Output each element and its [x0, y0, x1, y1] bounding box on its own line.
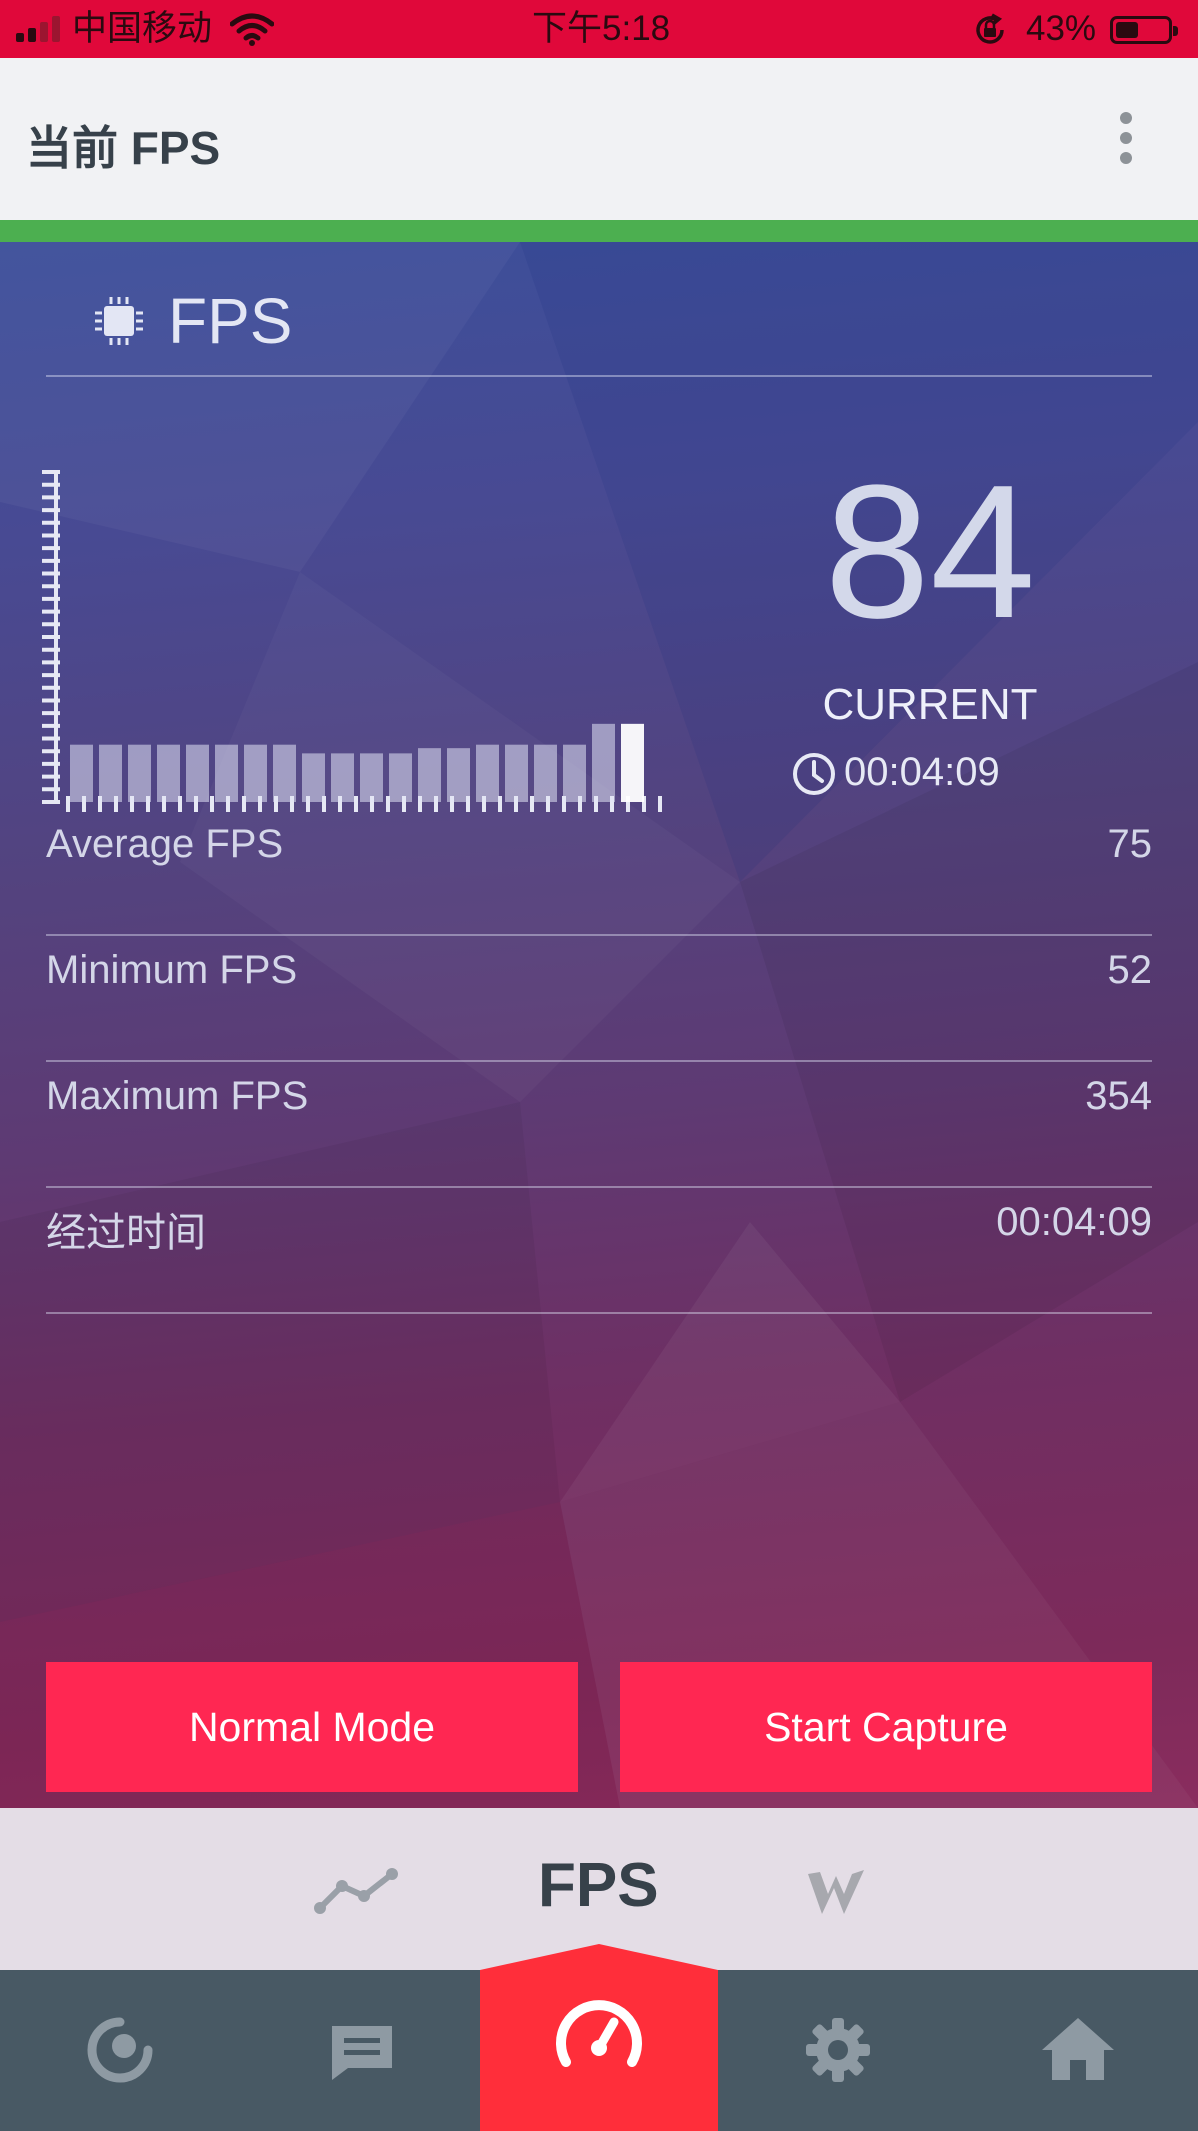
- fps-bar: [157, 744, 180, 802]
- fps-bar: [592, 723, 615, 802]
- rotation-lock-icon: [976, 13, 1004, 44]
- stat-label: 经过时间: [46, 1211, 206, 1255]
- stat-value: 354: [1085, 1074, 1152, 1118]
- stat-label: Average FPS: [46, 822, 284, 866]
- fps-bar: [273, 744, 296, 802]
- fps-panel: FPS 84 CURRENT 00:04:09 Average FPS 75 M…: [0, 242, 1198, 1808]
- current-fps-value: 84: [824, 446, 1036, 658]
- fps-bar: [244, 744, 267, 802]
- normal-mode-button[interactable]: Normal Mode: [46, 1662, 578, 1792]
- gear-icon[interactable]: [798, 2010, 878, 2090]
- fps-bar: [302, 753, 325, 802]
- fps-bar: [418, 748, 441, 802]
- carrier-name: 中国移动: [72, 9, 213, 48]
- stat-value: 00:04:09: [996, 1200, 1152, 1244]
- fps-bar: [70, 744, 93, 802]
- monitor-icon[interactable]: [80, 2010, 160, 2090]
- signal-icon: [16, 16, 68, 42]
- status-time: 下午5:18: [532, 9, 671, 48]
- stat-row-elapsed: 经过时间 00:04:09: [46, 1188, 1152, 1314]
- fps-bar: [331, 753, 354, 802]
- stat-row-minimum: Minimum FPS 52: [46, 936, 1152, 1062]
- clock-icon: [793, 753, 835, 795]
- fps-bar: [128, 744, 151, 802]
- home-icon[interactable]: [1038, 2010, 1118, 2090]
- stat-row-maximum: Maximum FPS 354: [46, 1062, 1152, 1188]
- fps-bar: [186, 744, 209, 802]
- fps-bar: [621, 723, 644, 802]
- fps-bar: [476, 744, 499, 802]
- current-label: CURRENT: [822, 680, 1038, 729]
- fps-bar: [360, 753, 383, 802]
- stat-row-average: Average FPS 75: [46, 810, 1152, 936]
- current-elapsed-time: 00:04:09: [844, 750, 1000, 794]
- fps-bar: [389, 753, 412, 802]
- fps-panel-title: FPS: [168, 285, 293, 357]
- fps-bar: [447, 748, 470, 802]
- wifi-icon: [230, 13, 274, 46]
- stat-label: Minimum FPS: [46, 948, 298, 992]
- app-bar: 当前 FPS: [0, 58, 1198, 220]
- accent-strip: [0, 220, 1198, 242]
- stat-label: Maximum FPS: [46, 1074, 309, 1118]
- fps-bar: [505, 744, 528, 802]
- tab-fps[interactable]: FPS: [538, 1850, 659, 1921]
- header-divider: [46, 375, 1152, 377]
- w-logo-icon[interactable]: [806, 1866, 866, 1918]
- page-title: 当前 FPS: [26, 122, 221, 174]
- more-vertical-icon[interactable]: [1112, 112, 1142, 168]
- stat-value: 75: [1107, 822, 1153, 866]
- divider: [46, 1312, 1152, 1314]
- fps-bar-chart: [42, 470, 662, 812]
- fps-bar: [215, 744, 238, 802]
- message-icon[interactable]: [322, 2010, 402, 2090]
- battery-icon: [1110, 16, 1178, 44]
- stat-value: 52: [1107, 948, 1153, 992]
- status-bar: 中国移动 下午5:18 43%: [0, 0, 1198, 58]
- battery-percent: 43%: [1026, 9, 1097, 48]
- chip-icon: [95, 297, 143, 345]
- speedometer-icon[interactable]: [552, 1990, 646, 2084]
- start-capture-button[interactable]: Start Capture: [620, 1662, 1152, 1792]
- trend-line-icon[interactable]: [312, 1864, 402, 1918]
- fps-bar: [563, 744, 586, 802]
- fps-bar: [534, 744, 557, 802]
- fps-bar: [99, 744, 122, 802]
